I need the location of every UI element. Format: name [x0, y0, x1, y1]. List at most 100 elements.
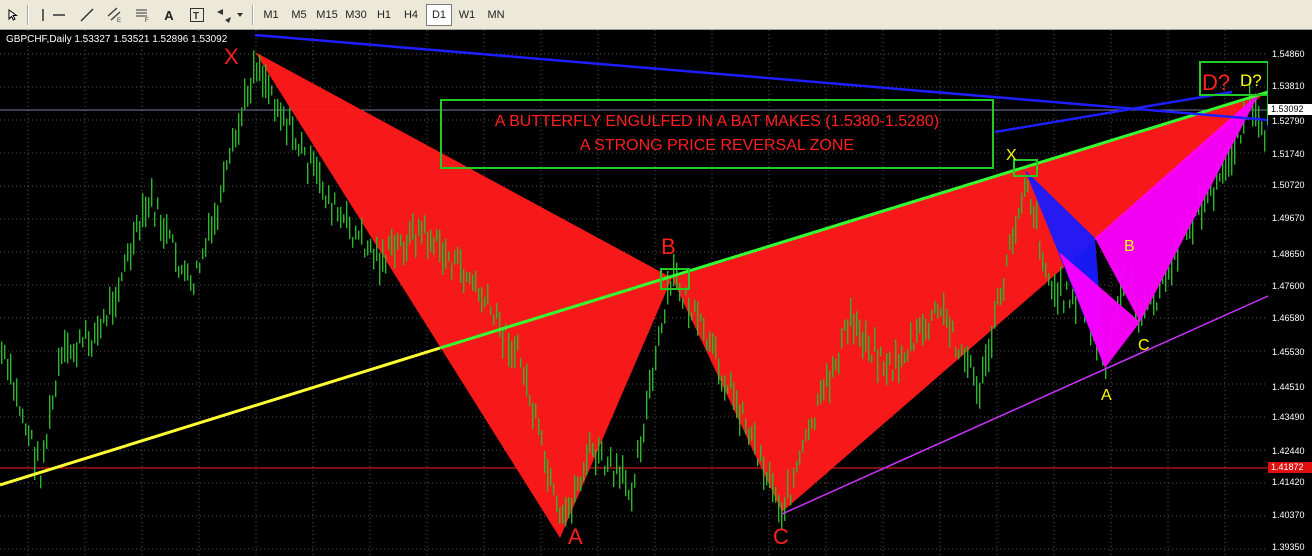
candle [943, 292, 945, 326]
candle [271, 85, 273, 96]
timeframe-mn-button[interactable]: MN [482, 4, 510, 26]
candle [298, 143, 300, 157]
candle [946, 309, 948, 328]
candle [361, 217, 363, 245]
text-label-tool-icon[interactable]: T [186, 4, 208, 26]
trendline-tool-icon[interactable] [76, 4, 98, 26]
candle [775, 487, 777, 503]
candle [1069, 299, 1071, 309]
arrows-tool-icon[interactable] [214, 4, 246, 26]
timeframe-h1-button[interactable]: H1 [371, 4, 397, 26]
candle [94, 322, 96, 344]
candle [766, 471, 768, 486]
candle [967, 346, 969, 379]
candle [934, 300, 936, 314]
candle [499, 311, 501, 338]
candle [1018, 207, 1020, 220]
candle [616, 453, 618, 475]
candle [646, 390, 648, 420]
candle [649, 369, 651, 399]
candle [823, 379, 825, 401]
candle [838, 352, 840, 375]
candle [385, 254, 387, 274]
candle [763, 456, 765, 491]
candle [802, 440, 804, 453]
candle [256, 62, 258, 82]
timeframe-w1-button[interactable]: W1 [454, 4, 480, 26]
candle [310, 145, 312, 164]
timeframe-m5-button[interactable]: M5 [286, 4, 312, 26]
candle [898, 353, 900, 383]
candle [376, 236, 378, 262]
candle [613, 470, 615, 488]
candle [985, 344, 987, 377]
timeframe-m30-button[interactable]: M30 [342, 4, 370, 26]
candle [322, 181, 324, 200]
candle [694, 299, 696, 313]
candle [970, 354, 972, 368]
candle [13, 381, 15, 401]
candle [28, 425, 30, 446]
candle [355, 225, 357, 240]
candle [64, 330, 66, 363]
candle [316, 156, 318, 185]
candle [835, 358, 837, 371]
candle [220, 185, 222, 203]
yellow-trendline[interactable] [0, 346, 441, 487]
horizontal-line-tool-icon[interactable] [48, 4, 70, 26]
timeframe-m15-button[interactable]: M15 [313, 4, 341, 26]
timeframe-h4-button[interactable]: H4 [398, 4, 424, 26]
candle [724, 375, 726, 401]
candle [877, 349, 879, 383]
candle [283, 106, 285, 126]
candle [394, 235, 396, 269]
text-tool-button[interactable]: A [158, 4, 180, 26]
price-tick: 1.47600 [1272, 281, 1305, 291]
candle [277, 98, 279, 118]
candle [607, 456, 609, 473]
candle [184, 260, 186, 282]
candle [952, 320, 954, 333]
candle [478, 287, 480, 302]
candle [58, 347, 60, 377]
candle [790, 494, 792, 506]
candle [1066, 281, 1068, 290]
candle [52, 395, 54, 410]
candle [544, 450, 546, 473]
candle [1030, 199, 1032, 215]
candle [592, 442, 594, 457]
level-price-tag: 1.41872 [1268, 462, 1312, 473]
candle [541, 430, 543, 446]
candle [556, 495, 558, 513]
candle [493, 314, 495, 326]
candle [40, 475, 42, 489]
candle [739, 404, 741, 436]
candle [1201, 200, 1203, 230]
bat-label-b: B [661, 234, 676, 259]
candle [46, 433, 48, 450]
price-chart[interactable]: A BUTTERFLY ENGULFED IN A BAT MAKES (1.5… [0, 30, 1312, 556]
candle [526, 363, 528, 397]
blue-trendline[interactable] [254, 33, 1269, 122]
candle [439, 229, 441, 262]
price-tick: 1.42440 [1272, 446, 1305, 456]
candle [76, 342, 78, 368]
candle [622, 455, 624, 484]
candle [442, 242, 444, 275]
bat-label-x: X [224, 44, 239, 69]
candle [757, 458, 759, 467]
candle [787, 469, 789, 499]
candle [208, 212, 210, 241]
price-tick: 1.50720 [1272, 180, 1305, 190]
candle [295, 138, 297, 151]
candle [148, 197, 150, 218]
butterfly-label-x: X [1006, 147, 1017, 164]
fibonacci-retracement-tool-icon[interactable]: F [132, 4, 154, 26]
timeframe-d1-button[interactable]: D1 [426, 4, 452, 26]
candle [436, 229, 438, 242]
timeframe-m1-button[interactable]: M1 [258, 4, 284, 26]
cursor-tool-icon[interactable] [2, 4, 24, 26]
candle [253, 50, 255, 84]
equidistant-channel-tool-icon[interactable]: E [104, 4, 126, 26]
candle [940, 308, 942, 317]
